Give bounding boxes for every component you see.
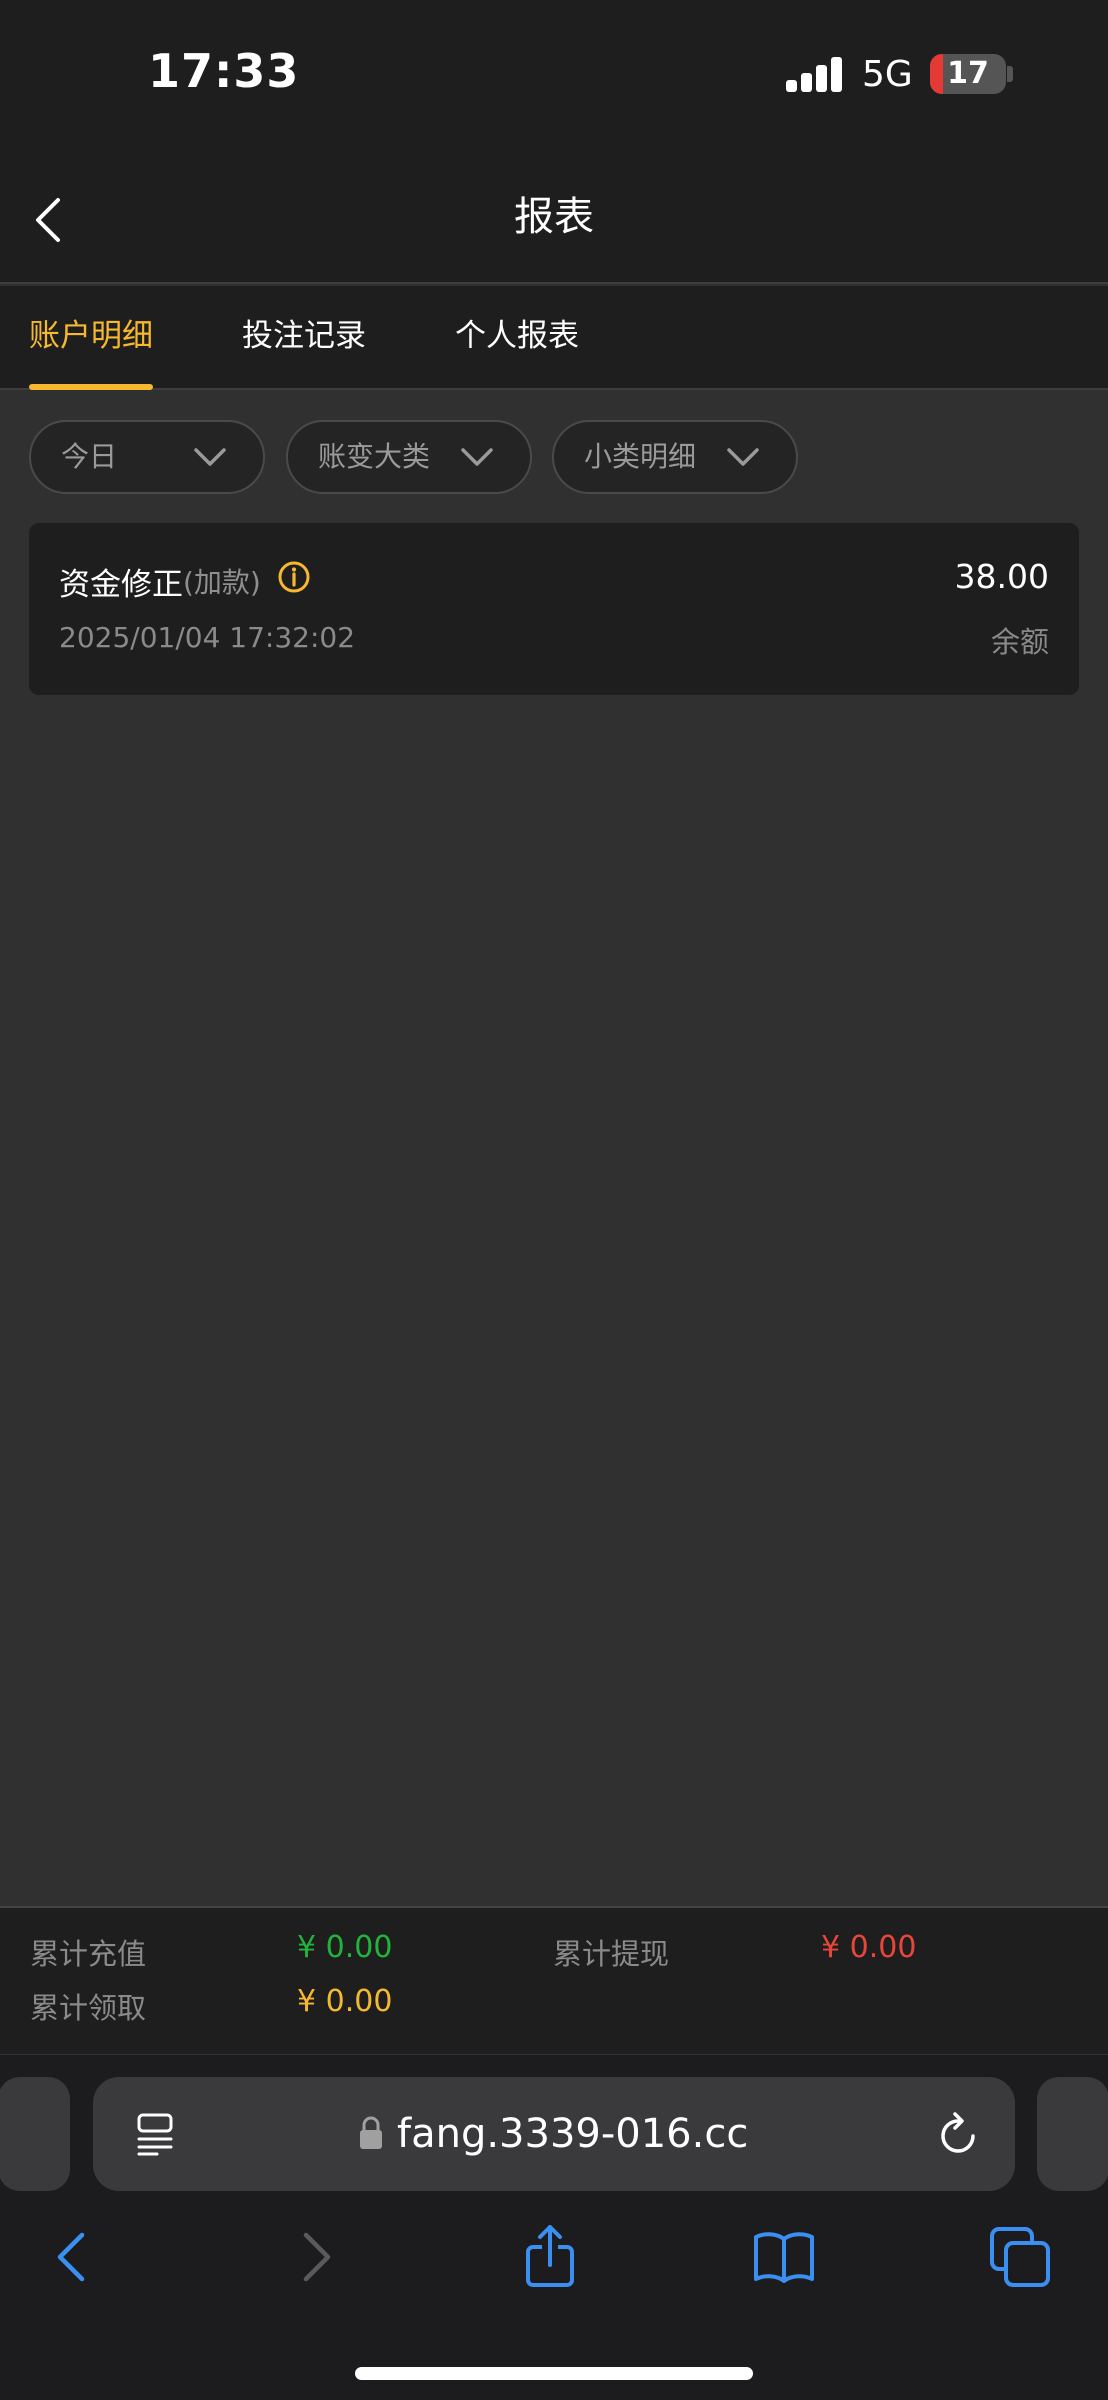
filter-subcategory-dropdown[interactable]: 小类明细 bbox=[552, 420, 798, 494]
tab-label: 账户明细 bbox=[29, 318, 153, 354]
reload-icon[interactable] bbox=[935, 2109, 983, 2159]
tab-bet-records[interactable]: 投注记录 bbox=[242, 286, 366, 390]
summary-bar: 累计充值 ¥ 0.00 累计提现 ¥ 0.00 累计领取 ¥ 0.00 bbox=[0, 1906, 1108, 2054]
reader-icon[interactable] bbox=[135, 2111, 177, 2157]
bookmarks-icon[interactable] bbox=[752, 2225, 816, 2289]
tabs-icon[interactable] bbox=[988, 2225, 1052, 2289]
back-icon[interactable] bbox=[42, 2225, 106, 2289]
tab-label: 投注记录 bbox=[242, 318, 366, 354]
chevron-down-icon bbox=[727, 448, 759, 466]
filter-label: 账变大类 bbox=[318, 440, 431, 473]
lock-icon bbox=[360, 2116, 382, 2149]
tab-active-indicator bbox=[29, 384, 153, 390]
total-withdraw-label: 累计提现 bbox=[553, 1937, 670, 1971]
tab-bar: 账户明细 投注记录 个人报表 bbox=[0, 286, 1108, 390]
total-recharge-label: 累计充值 bbox=[30, 1937, 147, 1971]
battery-percent: 17 bbox=[947, 56, 989, 91]
address-bar[interactable]: fang.3339-016.cc bbox=[93, 2077, 1015, 2191]
app-screen: 17:33 5G 17 报表 账户明细 投注记录 个人报表 今日 账变大类 小类… bbox=[0, 0, 1108, 2400]
url-text: fang.3339-016.cc bbox=[397, 2111, 749, 2157]
previous-tab-pill[interactable] bbox=[0, 2077, 70, 2191]
chevron-down-icon bbox=[194, 448, 226, 466]
browser-toolbar: fang.3339-016.cc bbox=[0, 2054, 1108, 2400]
chevron-left-icon[interactable] bbox=[28, 190, 68, 250]
tab-account-details[interactable]: 账户明细 bbox=[29, 286, 153, 390]
filter-label: 今日 bbox=[61, 440, 118, 473]
network-type: 5G bbox=[862, 54, 913, 95]
record-title: 资金修正 bbox=[59, 567, 183, 603]
record-subtitle: (加款) bbox=[183, 566, 261, 599]
cellular-signal-icon bbox=[786, 56, 844, 92]
status-bar: 17:33 5G 17 bbox=[0, 0, 1108, 150]
tab-label: 个人报表 bbox=[455, 318, 579, 354]
forward-icon[interactable] bbox=[282, 2225, 346, 2289]
battery-icon: 17 bbox=[930, 54, 1006, 94]
filter-label: 小类明细 bbox=[584, 440, 697, 473]
record-amount: 38.00 bbox=[954, 557, 1049, 596]
info-circle-icon[interactable] bbox=[277, 560, 311, 594]
filter-date-dropdown[interactable]: 今日 bbox=[29, 420, 265, 494]
filter-category-dropdown[interactable]: 账变大类 bbox=[286, 420, 532, 494]
page-title: 报表 bbox=[514, 194, 594, 240]
status-time: 17:33 bbox=[148, 44, 300, 98]
share-icon[interactable] bbox=[518, 2225, 582, 2289]
navigation-bar: 报表 bbox=[0, 150, 1108, 284]
record-datetime: 2025/01/04 17:32:02 bbox=[59, 621, 356, 654]
chevron-down-icon bbox=[461, 448, 493, 466]
home-indicator bbox=[355, 2367, 753, 2380]
transaction-record[interactable]: 资金修正 (加款) 2025/01/04 17:32:02 38.00 余额 bbox=[29, 523, 1079, 695]
total-withdraw-value: ¥ 0.00 bbox=[821, 1930, 917, 1965]
total-claim-label: 累计领取 bbox=[30, 1991, 147, 2025]
tab-personal-report[interactable]: 个人报表 bbox=[455, 286, 579, 390]
record-balance-label: 余额 bbox=[990, 625, 1049, 659]
total-claim-value: ¥ 0.00 bbox=[297, 1984, 393, 2019]
total-recharge-value: ¥ 0.00 bbox=[297, 1930, 393, 1965]
battery-cap bbox=[1007, 66, 1013, 82]
next-tab-pill[interactable] bbox=[1037, 2077, 1108, 2191]
